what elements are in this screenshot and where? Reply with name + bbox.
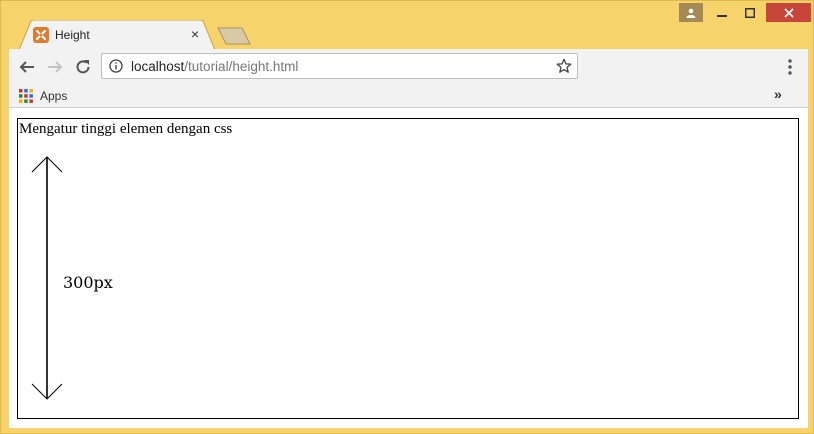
- minimize-icon: [717, 14, 727, 17]
- height-value-label: 300px: [63, 273, 113, 292]
- bookmark-star-icon[interactable]: [556, 58, 572, 74]
- xampp-icon: [33, 27, 49, 43]
- window-close-button[interactable]: [766, 3, 811, 22]
- tab-title: Height: [55, 28, 90, 42]
- tab-close-button[interactable]: ×: [191, 26, 199, 42]
- info-icon[interactable]: [109, 59, 123, 73]
- maximize-button[interactable]: [735, 3, 765, 22]
- url-path: /tutorial/height.html: [184, 59, 299, 74]
- kebab-menu-icon[interactable]: [783, 58, 797, 76]
- apps-grid-icon[interactable]: [19, 89, 33, 103]
- minimize-button[interactable]: [707, 3, 737, 22]
- address-bar[interactable]: localhost/tutorial/height.html: [101, 53, 578, 79]
- vertical-double-arrow-icon: [31, 156, 63, 400]
- url-host: localhost: [131, 59, 185, 74]
- bookmarks-bar: Apps »: [9, 85, 808, 108]
- close-icon: [783, 7, 794, 18]
- page-viewport: Mengatur tinggi elemen dengan css 300px: [9, 108, 808, 428]
- browser-window: Height × localhost/tutorial/height.html …: [0, 0, 814, 434]
- demo-heading-text: Mengatur tinggi elemen dengan css: [19, 121, 233, 137]
- browser-toolbar: localhost/tutorial/height.html: [9, 49, 808, 85]
- back-button[interactable]: [17, 57, 37, 77]
- new-tab-button[interactable]: [216, 27, 252, 45]
- maximize-icon: [745, 7, 755, 18]
- reload-button[interactable]: [73, 57, 93, 77]
- forward-button[interactable]: [45, 57, 65, 77]
- person-icon: [686, 8, 696, 18]
- tab-height[interactable]: Height ×: [19, 20, 216, 50]
- profile-button[interactable]: [679, 3, 703, 22]
- back-arrow-icon: [19, 61, 34, 73]
- reload-icon: [76, 60, 90, 74]
- height-demo-box: Mengatur tinggi elemen dengan css 300px: [17, 118, 799, 419]
- bookmarks-overflow-button[interactable]: »: [774, 86, 782, 102]
- apps-bookmark[interactable]: Apps: [40, 88, 67, 104]
- forward-arrow-icon: [48, 61, 63, 73]
- url-text[interactable]: localhost/tutorial/height.html: [131, 58, 298, 75]
